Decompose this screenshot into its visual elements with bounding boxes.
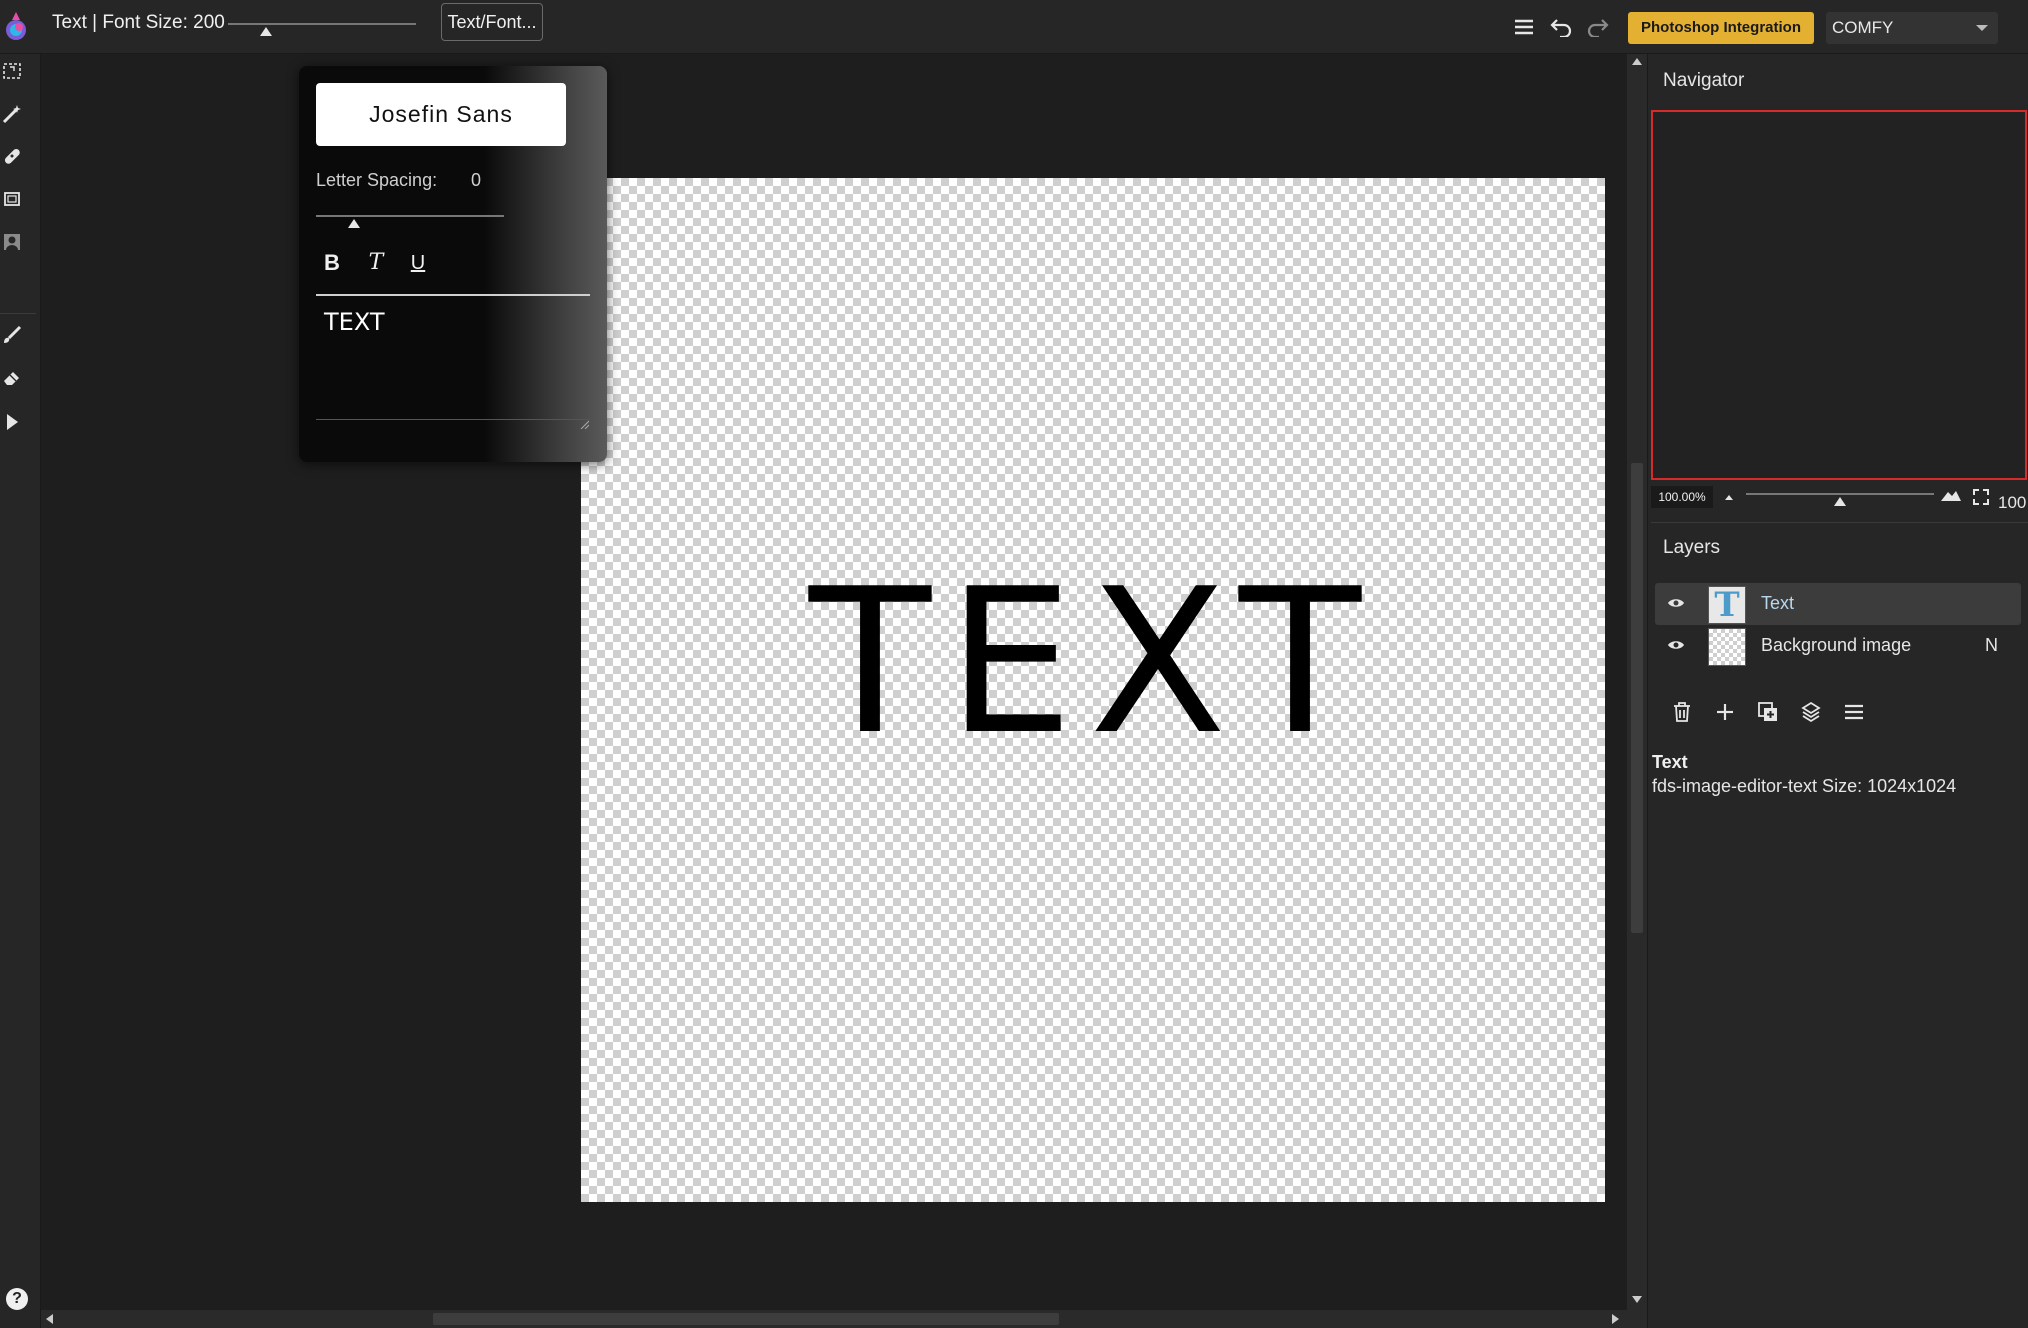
letter-spacing-slider[interactable] (316, 212, 506, 230)
fit-screen-icon[interactable] (1972, 488, 1990, 506)
navigator-preview[interactable] (1651, 110, 2027, 480)
layer-name[interactable]: Text (1761, 593, 1794, 614)
toolbar-divider (0, 313, 36, 314)
bandage-icon[interactable] (0, 143, 24, 169)
rect-select-icon[interactable] (0, 58, 24, 84)
text-font-button[interactable]: Text/Font... (441, 3, 543, 41)
crop-icon[interactable] (0, 186, 24, 212)
scroll-left-icon[interactable] (46, 1314, 53, 1324)
layer-row[interactable]: Background image N (1655, 625, 2021, 667)
scroll-down-icon[interactable] (1632, 1296, 1642, 1303)
panel-divider (1651, 522, 2028, 523)
layer-blend-mode[interactable]: N (1985, 635, 1998, 656)
menu-icon[interactable] (1508, 12, 1540, 42)
layer-name[interactable]: Background image (1761, 635, 1911, 656)
person-icon[interactable] (0, 229, 24, 255)
duplicate-icon[interactable] (1754, 698, 1782, 726)
scroll-up-icon[interactable] (1632, 58, 1642, 65)
zoom-in-icon[interactable] (1940, 488, 1962, 502)
resize-handle-icon[interactable] (579, 419, 589, 429)
eye-icon[interactable] (1667, 597, 1685, 609)
layer-menu-icon[interactable] (1840, 698, 1868, 726)
layer-row[interactable]: T Text (1655, 583, 2021, 625)
background-layer-thumbnail (1708, 628, 1746, 666)
undo-icon[interactable] (1545, 12, 1577, 42)
zoom-out-icon[interactable] (1722, 490, 1736, 502)
font-family-button[interactable]: Josefin Sans (316, 83, 566, 146)
image-canvas[interactable]: TEXT (581, 178, 1605, 1202)
help-icon[interactable]: ? (6, 1288, 28, 1310)
text-layer-thumbnail: T (1708, 586, 1746, 624)
bold-button[interactable]: B (317, 248, 347, 278)
canvas-text-layer[interactable]: TEXT (581, 563, 1605, 763)
horizontal-scroll-thumb[interactable] (433, 1313, 1059, 1325)
add-icon[interactable] (1711, 698, 1739, 726)
layers-title: Layers (1663, 537, 1721, 558)
font-size-slider[interactable] (228, 20, 416, 38)
brush-icon[interactable] (0, 322, 24, 348)
merge-icon[interactable] (1797, 698, 1825, 726)
italic-button[interactable]: T (361, 248, 391, 278)
pointer-icon[interactable] (0, 409, 24, 435)
magic-wand-icon[interactable] (0, 101, 24, 127)
eraser-icon[interactable] (0, 365, 24, 391)
zoom-percentage-label: 100 (1998, 493, 2027, 512)
eye-icon[interactable] (1667, 639, 1685, 651)
navigator-title: Navigator (1663, 70, 1745, 91)
scroll-right-icon[interactable] (1612, 1314, 1619, 1324)
vertical-scroll-thumb[interactable] (1631, 463, 1643, 933)
trash-icon[interactable] (1668, 698, 1696, 726)
layer-info-detail: fds-image-editor-text Size: 1024x1024 (1652, 776, 1957, 796)
chevron-down-icon (1976, 25, 1988, 31)
redo-icon[interactable] (1582, 12, 1614, 42)
letter-spacing-label: Letter Spacing: (316, 170, 438, 190)
mode-select-value: COMFY (1832, 18, 1894, 37)
format-divider (316, 294, 590, 296)
letter-spacing-value: 0 (471, 170, 482, 190)
layer-info-name: Text (1652, 752, 1688, 772)
app-logo-icon (2, 10, 30, 42)
underline-button[interactable]: U (403, 248, 433, 278)
zoom-slider[interactable] (1746, 490, 1936, 508)
tool-title: Text | Font Size: 200 (52, 12, 225, 33)
canvas-area[interactable]: TEXT (41, 54, 1627, 1310)
zoom-value[interactable]: 100.00% (1651, 486, 1713, 508)
text-content-input[interactable]: TEXT (316, 300, 590, 420)
text-settings-popup: Josefin Sans Letter Spacing: 0 B T U TEX… (299, 66, 607, 462)
photoshop-integration-button[interactable]: Photoshop Integration (1628, 12, 1814, 44)
mode-select[interactable]: COMFY (1826, 12, 1998, 44)
